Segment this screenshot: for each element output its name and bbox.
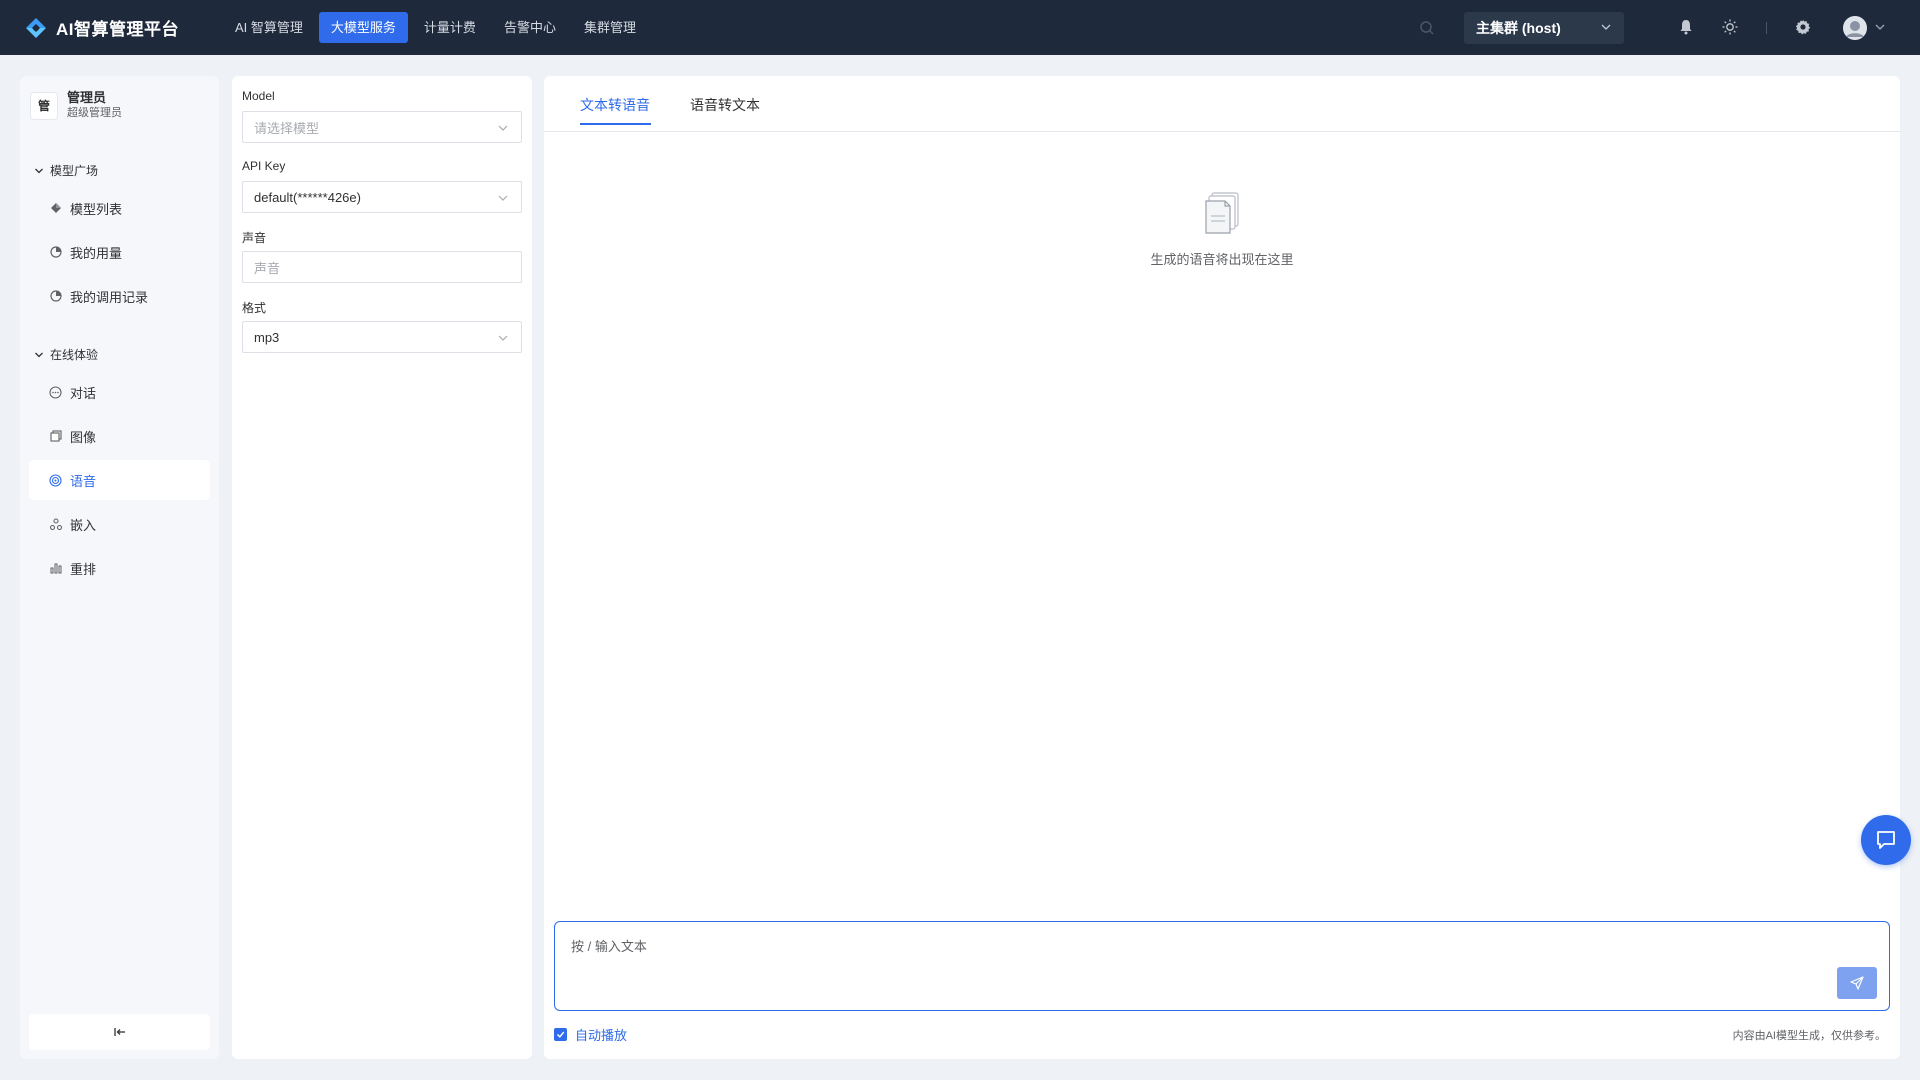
embed-icon	[49, 518, 62, 531]
user-name: 管理员	[67, 90, 107, 105]
sidebar-item-label: 对话	[70, 385, 97, 401]
sidebar-collapse-button[interactable]	[29, 1014, 210, 1050]
text-input-box	[554, 921, 1890, 1011]
gear-icon[interactable]	[1793, 17, 1813, 37]
model-select[interactable]: 请选择模型	[242, 111, 522, 143]
check-icon	[557, 1031, 565, 1038]
nav-item-alerts[interactable]: 告警中心	[492, 12, 568, 43]
apikey-select-value: default(******426e)	[254, 189, 361, 205]
chart-icon	[49, 246, 62, 259]
sidebar: 管 管理员 超级管理员 模型广场 模型列表 我的用量 我的调用记录 在线体验 对…	[20, 76, 219, 1059]
bell-icon[interactable]	[1676, 17, 1696, 37]
ai-disclaimer: 内容由AI模型生成，仅供参考。	[1732, 1030, 1886, 1042]
sidebar-item-label: 语音	[70, 473, 97, 489]
record-icon	[49, 290, 62, 303]
chevron-down-icon[interactable]	[1874, 21, 1886, 33]
sidebar-group-label: 在线体验	[50, 348, 99, 362]
sidebar-group-label: 模型广场	[50, 164, 99, 178]
autoplay-label: 自动播放	[575, 1028, 628, 1043]
chat-icon	[49, 385, 62, 399]
platform-logo-icon	[26, 17, 46, 38]
sidebar-group-online-trial[interactable]: 在线体验	[34, 346, 98, 363]
sidebar-item-chat[interactable]: 对话	[29, 372, 210, 412]
sidebar-item-my-usage[interactable]: 我的用量	[29, 232, 210, 272]
send-icon	[1850, 976, 1864, 990]
chat-bubble-icon	[1877, 831, 1895, 849]
tab-text-to-speech[interactable]: 文本转语音	[580, 95, 650, 115]
sidebar-item-label: 图像	[70, 429, 97, 445]
sidebar-item-embed[interactable]: 嵌入	[29, 504, 210, 544]
brand[interactable]: AI智算管理平台	[22, 14, 207, 42]
voice-input[interactable]: 声音	[242, 251, 522, 283]
document-icon	[1205, 192, 1239, 234]
topbar-divider	[1766, 22, 1767, 34]
sidebar-item-label: 我的调用记录	[70, 289, 149, 305]
nav-item-ai-compute[interactable]: AI 智算管理	[223, 12, 315, 43]
chat-assistant-button[interactable]	[1861, 815, 1911, 865]
nav-item-llm-service[interactable]: 大模型服务	[318, 12, 408, 43]
chevron-down-icon	[498, 195, 508, 201]
sun-icon[interactable]	[1720, 17, 1740, 37]
cluster-select-value: 主集群 (host)	[1476, 20, 1561, 36]
sidebar-item-model-list[interactable]: 模型列表	[29, 188, 210, 228]
avatar-icon[interactable]	[1843, 16, 1867, 40]
text-input[interactable]	[555, 922, 1889, 1010]
model-select-placeholder: 请选择模型	[254, 120, 320, 136]
chevron-down-icon	[498, 125, 508, 131]
user-role: 超级管理员	[67, 107, 122, 119]
format-label: 格式	[242, 301, 267, 315]
main-nav: AI 智算管理 大模型服务 计量计费 告警中心 集群管理	[223, 12, 652, 43]
app-title: AI智算管理平台	[56, 20, 179, 39]
rerank-icon	[49, 562, 62, 575]
image-icon	[49, 430, 62, 443]
autoplay-toggle[interactable]: 自动播放	[554, 1025, 627, 1044]
chevron-down-icon	[1601, 24, 1611, 30]
apikey-select[interactable]: default(******426e)	[242, 181, 522, 213]
tab-speech-to-text[interactable]: 语音转文本	[690, 95, 760, 115]
sidebar-item-audio[interactable]: 语音	[29, 460, 210, 500]
settings-panel: Model 请选择模型 API Key default(******426e) …	[232, 76, 532, 1059]
sidebar-item-label: 我的用量	[70, 245, 123, 261]
autoplay-checkbox[interactable]	[554, 1028, 567, 1041]
audio-icon	[49, 473, 62, 487]
top-navbar: AI智算管理平台 AI 智算管理 大模型服务 计量计费 告警中心 集群管理 主集…	[0, 0, 1920, 55]
sidebar-group-model-square[interactable]: 模型广场	[34, 162, 98, 179]
format-select[interactable]: mp3	[242, 321, 522, 353]
sidebar-item-image[interactable]: 图像	[29, 416, 210, 456]
model-label: Model	[242, 89, 275, 103]
empty-state: 生成的语音将出现在这里	[544, 192, 1900, 268]
cluster-select[interactable]: 主集群 (host)	[1464, 12, 1624, 44]
sidebar-item-call-records[interactable]: 我的调用记录	[29, 276, 210, 316]
tab-active-indicator	[580, 123, 651, 125]
nav-item-cluster[interactable]: 集群管理	[572, 12, 648, 43]
sidebar-item-label: 模型列表	[70, 201, 123, 217]
cube-icon	[49, 202, 62, 215]
search-icon[interactable]	[1418, 19, 1436, 37]
sidebar-item-rerank[interactable]: 重排	[29, 548, 210, 588]
user-avatar-badge: 管	[30, 91, 58, 120]
apikey-label: API Key	[242, 159, 286, 173]
main-panel: 文本转语音 语音转文本 生成的语音将出现在这里 自动播放 内容由AI模型生成，仅…	[544, 76, 1900, 1059]
collapse-icon	[113, 1028, 125, 1036]
user-card: 管 管理员 超级管理员	[30, 90, 122, 121]
send-button[interactable]	[1837, 967, 1877, 999]
chevron-down-icon	[35, 168, 43, 173]
chevron-down-icon	[498, 335, 508, 341]
nav-item-billing[interactable]: 计量计费	[412, 12, 488, 43]
voice-input-placeholder: 声音	[254, 260, 281, 276]
chevron-down-icon	[35, 352, 43, 357]
voice-label: 声音	[242, 231, 267, 245]
tab-bar: 文本转语音 语音转文本	[544, 76, 1900, 132]
sidebar-item-label: 嵌入	[70, 517, 97, 533]
empty-state-text: 生成的语音将出现在这里	[1150, 252, 1294, 267]
sidebar-item-label: 重排	[70, 561, 97, 577]
format-select-value: mp3	[254, 329, 280, 345]
